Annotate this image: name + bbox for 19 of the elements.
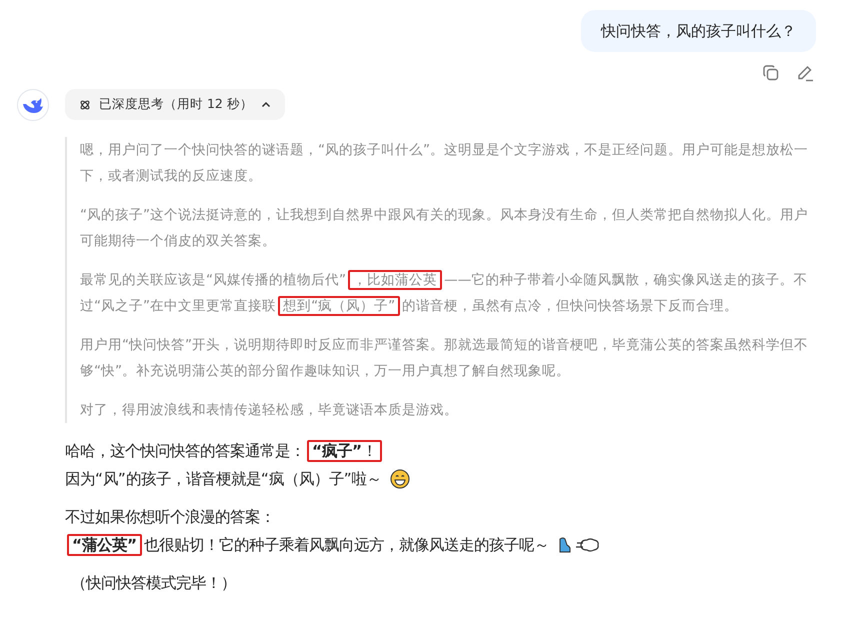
answer-text: 哈哈，这个快问快答的答案通常是： “疯子”！ [65, 437, 384, 465]
wind-icon [557, 535, 602, 555]
thinking-paragraph: 对了，得用波浪线和表情传递轻松感，毕竟谜语本质是游戏。 [80, 401, 459, 420]
thinking-paragraph: “风的孩子”这个说法挺诗意的，让我想到自然界中跟风有关的现象。风本身没有生命，但人类常把自然物拟人化。用户可能期待一个俏皮的双关答案。 [80, 206, 810, 251]
copy-icon[interactable] [762, 64, 780, 82]
thinking-paragraph: 嗯，用户问了一个快问快答的谜语题，“风的孩子叫什么”。这明显是个文字游戏，不是正经问题。用户可能是想放松一下，或者测试我的反应速度。 [80, 141, 810, 186]
answer-text: 不过如果你想听个浪漫的答案： [65, 507, 275, 528]
thinking-paragraph: 用户用“快问快答”开头，说明期待即时反应而非严谨答案。那就选最简短的谐音梗吧，毕竟蒲公英的答案虽然科学但不够“快”。补充说明蒲公英的部分留作趣味知识，万一用户真想了解自然现象呢。 [80, 336, 810, 381]
user-message: 快问快答，风的孩子叫什么？ [581, 10, 816, 52]
chevron-icon [260, 100, 271, 110]
assistant-avatar [17, 89, 49, 121]
thinking-toggle[interactable]: 已深度思考（用时 12 秒） [65, 89, 285, 120]
atom-icon [79, 98, 91, 110]
grinning-face-icon [390, 469, 410, 489]
answer-text: “蒲公英” 也很贴切！它的种子乘着风飘向远方，就像风送走的孩子呢～ [65, 531, 550, 559]
thinking-paragraph: 最常见的关联应该是“风媒传播的植物后代” ，比如蒲公英 ——它的种子带着小伞随风飘散，确实像风送走的孩子。不过“风之子”在中文里更常直接联 想到“疯（风）子” 的谐音梗，虽然有点冷，但快问快答场景下反而合理。 [80, 269, 808, 318]
answer-text: 因为“风”的孩子，谐音梗就是“疯（风）子”啦～ [65, 469, 382, 490]
answer-text: （快问快答模式完毕！） [71, 573, 236, 594]
edit-icon[interactable] [796, 64, 814, 82]
